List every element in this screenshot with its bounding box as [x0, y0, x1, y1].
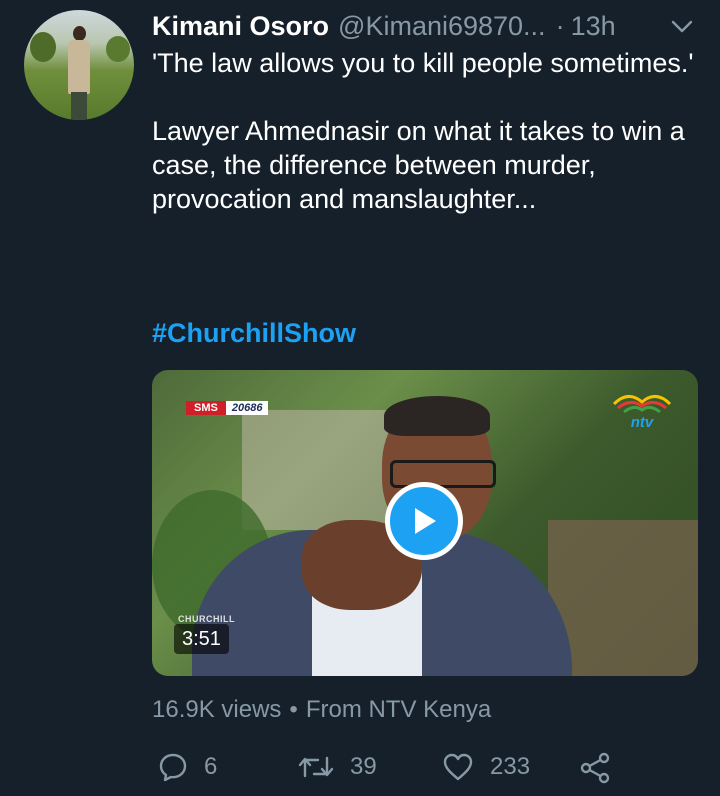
- retweet-count: 39: [350, 753, 377, 780]
- like-count: 233: [490, 753, 531, 780]
- avatar-person-legs: [71, 92, 87, 120]
- tweet-header: Kimani Osoro @Kimani69870... · 13h: [152, 6, 704, 46]
- avatar-person-head: [73, 26, 86, 41]
- sms-badge: SMS 20686: [186, 400, 269, 416]
- sms-label: SMS: [186, 401, 226, 415]
- show-watermark: CHURCHILL: [178, 614, 235, 624]
- play-icon: [415, 508, 436, 534]
- ntv-logo: ntv: [612, 395, 672, 430]
- reply-button[interactable]: 6: [158, 752, 217, 782]
- tweet-text-quote: 'The law allows you to kill people somet…: [152, 48, 694, 78]
- play-button[interactable]: [385, 482, 463, 560]
- sms-number: 20686: [225, 401, 269, 415]
- share-button[interactable]: [578, 752, 612, 784]
- view-count: 16.9K views: [152, 696, 282, 723]
- hashtag-link[interactable]: #ChurchillShow: [152, 318, 356, 349]
- author-name[interactable]: Kimani Osoro: [152, 11, 329, 42]
- retweet-button[interactable]: 39: [298, 752, 377, 782]
- tweet-meta: 16.9K views • From NTV Kenya: [152, 696, 491, 724]
- meta-bullet: •: [289, 696, 298, 723]
- reply-count: 6: [204, 753, 218, 780]
- avatar-tree: [30, 32, 56, 62]
- tweet-text: 'The law allows you to kill people somet…: [152, 46, 700, 216]
- separator-dot: ·: [555, 10, 565, 41]
- share-icon: [580, 752, 610, 784]
- media-source[interactable]: From NTV Kenya: [306, 696, 491, 723]
- video-player[interactable]: SMS 20686 ntv CHURCHILL 3:51: [152, 370, 698, 676]
- video-person-glasses: [390, 460, 496, 488]
- like-icon: [443, 753, 473, 781]
- tweet-text-body: Lawyer Ahmednasir on what it takes to wi…: [152, 116, 685, 214]
- reply-icon: [159, 753, 187, 782]
- tweet-actions: 6 39 233: [152, 752, 700, 788]
- avatar[interactable]: [24, 10, 134, 120]
- like-button[interactable]: 233: [442, 752, 530, 782]
- author-handle[interactable]: @Kimani69870...: [338, 11, 546, 42]
- tweet-time[interactable]: 13h: [571, 11, 616, 42]
- video-background-wall: [242, 410, 402, 530]
- avatar-person-body: [68, 40, 90, 94]
- svg-text:ntv: ntv: [631, 414, 655, 430]
- avatar-tree: [106, 36, 130, 62]
- retweet-icon: [298, 756, 334, 778]
- video-person-hair: [384, 396, 490, 436]
- video-duration: 3:51: [174, 624, 229, 654]
- chevron-down-icon[interactable]: [668, 14, 696, 38]
